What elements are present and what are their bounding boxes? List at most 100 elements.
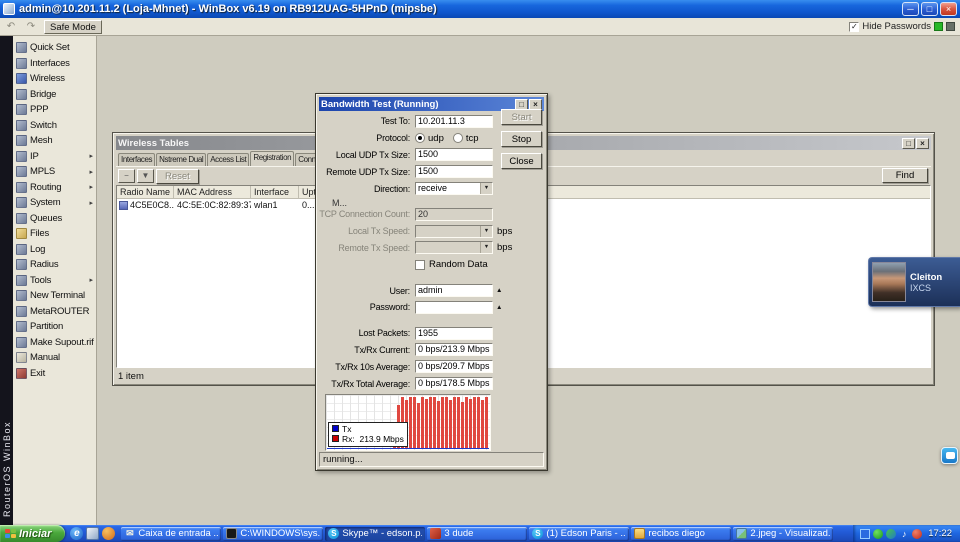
tray-msn-icon[interactable] <box>886 528 897 539</box>
winbox-toolbar: ↶ ↷ Safe Mode ✓ Hide Passwords <box>0 18 960 36</box>
contact-subtitle: IXCS <box>910 282 932 293</box>
local-tx-speed-combo[interactable]: ▼ <box>415 224 493 238</box>
taskbar-button-label: 2.jpeg - Visualizad... <box>750 528 831 539</box>
connection-status-icon <box>934 22 943 31</box>
sidebar-item-label: Routing <box>30 181 62 193</box>
sidebar-item-switch[interactable]: Switch <box>13 118 96 134</box>
sidebar-item-routing[interactable]: Routing ▸ <box>13 180 96 196</box>
tray-skype-icon[interactable] <box>873 528 884 539</box>
taskbar-button-caixa-de-entrada[interactable]: ✉ Caixa de entrada ... <box>121 526 222 541</box>
sidebar-item-metarouter[interactable]: MetaROUTER <box>13 304 96 320</box>
chat-bubble-icon[interactable] <box>941 447 958 464</box>
tray-blue-icon[interactable] <box>860 528 871 539</box>
field-up-icon[interactable]: ▲ <box>496 304 502 311</box>
internet-explorer-icon[interactable]: e <box>70 527 84 540</box>
sidebar-item-label: System <box>30 197 61 209</box>
find-button[interactable]: Find <box>882 168 928 183</box>
safe-mode-button[interactable]: Safe Mode <box>44 19 102 34</box>
minimize-button[interactable]: ─ <box>902 2 919 16</box>
clock[interactable]: 17:22 <box>928 528 952 539</box>
remote-udp-tx-size-field[interactable]: 1500 <box>415 165 493 179</box>
stop-button[interactable]: Stop <box>501 131 542 147</box>
sidebar-item-exit[interactable]: Exit <box>13 366 96 382</box>
local-udp-tx-size-field[interactable]: 1500 <box>415 148 493 162</box>
tray-volume-icon[interactable]: ♪ <box>899 529 909 539</box>
field-up-icon[interactable]: ▲ <box>496 287 502 294</box>
sidebar-item-interfaces[interactable]: Interfaces <box>13 56 96 72</box>
filter-button[interactable]: ▼ <box>137 169 154 183</box>
start-button[interactable]: Start <box>501 109 542 125</box>
sidebar-item-bridge[interactable]: Bridge <box>13 87 96 103</box>
media-player-icon[interactable] <box>102 527 116 540</box>
taskbar-button-skype-edson-p[interactable]: S Skype™ - edson.p... <box>325 526 426 541</box>
sidebar-item-files[interactable]: Files <box>13 226 96 242</box>
test-to-field[interactable]: 10.201.11.3 <box>415 114 493 128</box>
sidebar-item-tools[interactable]: Tools ▸ <box>13 273 96 289</box>
column-header-radio-name[interactable]: Radio Name <box>117 186 174 198</box>
sidebar-item-mesh[interactable]: Mesh <box>13 133 96 149</box>
reset-button[interactable]: Reset <box>156 168 199 184</box>
taskbar-button-c-windows-sys[interactable]: C:\WINDOWS\sys... <box>223 526 324 541</box>
hide-passwords-checkbox[interactable]: ✓ <box>849 21 860 32</box>
remove-entry-button[interactable]: − <box>118 169 135 183</box>
sidebar-item-ip[interactable]: IP ▸ <box>13 149 96 165</box>
sidebar-item-queues[interactable]: Queues <box>13 211 96 227</box>
submenu-arrow-icon: ▸ <box>89 199 93 207</box>
column-header-mac-address[interactable]: MAC Address <box>174 186 251 198</box>
udp-radio[interactable] <box>415 133 425 144</box>
maximize-button[interactable]: □ <box>921 2 938 16</box>
close-dialog-button[interactable]: Close <box>501 153 542 169</box>
taskbar-button-label: recibos diego <box>648 528 705 539</box>
sidebar-item-label: Exit <box>30 367 46 379</box>
user-field[interactable]: admin <box>415 284 493 298</box>
skype-contact-popup[interactable]: Cleiton IXCS <box>868 257 960 307</box>
sidebar-item-radius[interactable]: Radius <box>13 257 96 273</box>
window-titlebar[interactable]: admin@10.201.11.2 (Loja-Mhnet) - WinBox … <box>0 0 960 18</box>
wireless-close-button[interactable]: × <box>916 137 929 149</box>
legend-swatch <box>332 435 339 443</box>
taskbar-button-2-jpeg-visualizad[interactable]: 2.jpeg - Visualizad... <box>733 526 834 541</box>
tab-access-list[interactable]: Access List <box>207 153 250 166</box>
sidebar-item-log[interactable]: Log <box>13 242 96 258</box>
password-field[interactable] <box>415 300 493 314</box>
sidebar-item-ppp[interactable]: PPP <box>13 102 96 118</box>
sidebar-item-mpls[interactable]: MPLS ▸ <box>13 164 96 180</box>
tab-registration[interactable]: Registration <box>250 151 295 166</box>
field-label: TCP Connection Count: <box>319 209 410 220</box>
redo-button[interactable]: ↷ <box>22 20 40 34</box>
combo-value: receive <box>418 183 448 194</box>
dialog-close-button[interactable]: × <box>529 98 542 110</box>
show-desktop-icon[interactable] <box>86 527 100 540</box>
remote-tx-speed-combo[interactable]: ▼ <box>415 241 493 255</box>
sidebar-item-quick-set[interactable]: Quick Set <box>13 40 96 56</box>
sidebar-item-make-supout-rif[interactable]: Make Supout.rif <box>13 335 96 351</box>
taskbar-button-1-edson-paris[interactable]: S (1) Edson Paris - ... <box>529 526 630 541</box>
tray-red-icon[interactable] <box>912 528 923 539</box>
sidebar-item-partition[interactable]: Partition <box>13 319 96 335</box>
separator <box>319 273 544 282</box>
direction-combo[interactable]: receive ▼ <box>415 182 493 196</box>
legend-item: Tx <box>332 424 404 434</box>
sidebar-item-label: Switch <box>30 119 57 131</box>
sidebar-item-new-terminal[interactable]: New Terminal <box>13 288 96 304</box>
sidebar-item-label: Files <box>30 228 50 240</box>
tcp-radio[interactable] <box>452 133 463 144</box>
column-header-interface[interactable]: Interface <box>251 186 299 198</box>
sidebar-item-manual[interactable]: Manual <box>13 350 96 366</box>
start-button[interactable]: Iniciar <box>0 525 66 542</box>
random-data-checkbox[interactable] <box>415 259 425 270</box>
sidebar-item-system[interactable]: System ▸ <box>13 195 96 211</box>
interfaces-icon <box>16 57 27 69</box>
tab-interfaces[interactable]: Interfaces <box>118 153 156 166</box>
tab-nstreme-dual[interactable]: Nstreme Dual <box>156 153 207 166</box>
taskbar-button-recibos-diego[interactable]: recibos diego <box>631 526 732 541</box>
legend-label: Rx: 213.9 Mbps <box>342 433 404 444</box>
close-button[interactable]: × <box>940 2 957 16</box>
field-label: Tx/Rx Current: <box>354 344 410 355</box>
sidebar-item-label: Mesh <box>30 135 53 147</box>
sidebar-item-wireless[interactable]: Wireless <box>13 71 96 87</box>
wireless-maximize-button[interactable]: □ <box>902 137 915 149</box>
taskbar-button-3-dude[interactable]: 3 dude <box>427 526 528 541</box>
dialog-maximize-button[interactable]: □ <box>515 98 528 110</box>
undo-button[interactable]: ↶ <box>2 20 20 34</box>
